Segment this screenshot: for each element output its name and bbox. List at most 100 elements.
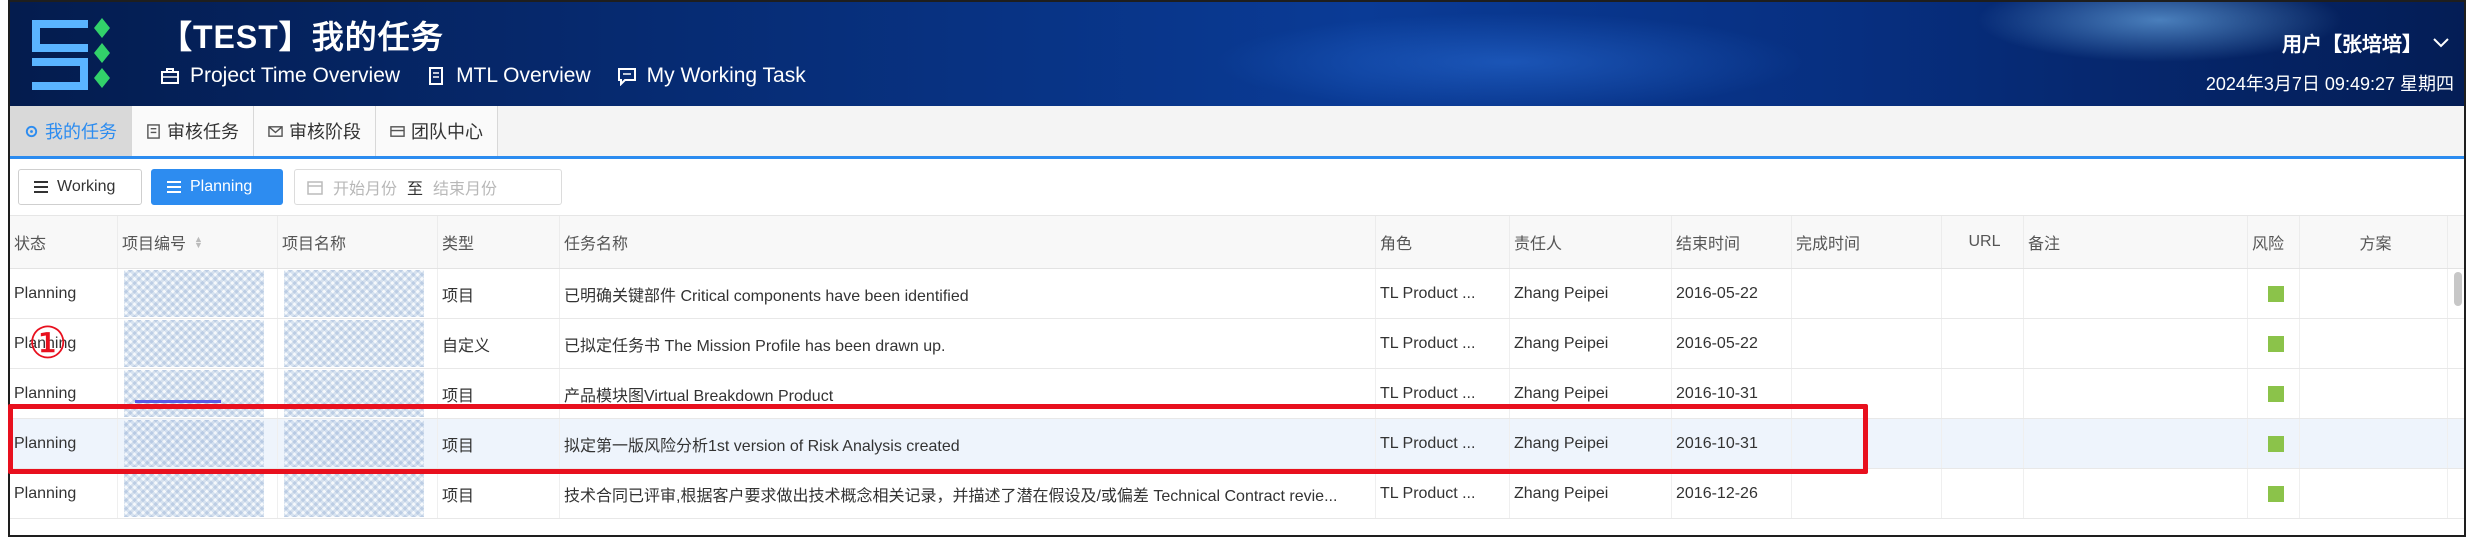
cell-url bbox=[1942, 269, 2024, 318]
col-project-name: 项目名称 bbox=[278, 216, 438, 268]
cell-finish-time bbox=[1792, 319, 1942, 368]
cell-type: 项目 bbox=[438, 369, 560, 418]
redacted-value bbox=[284, 320, 424, 367]
risk-indicator bbox=[2268, 435, 2284, 452]
cell-remark bbox=[2024, 469, 2248, 518]
tab-label: 审核任务 bbox=[167, 122, 239, 142]
cell-type: 自定义 bbox=[438, 319, 560, 368]
cell-owner: Zhang Peipei bbox=[1510, 369, 1672, 418]
cell-project-id bbox=[118, 419, 278, 468]
cell-remark bbox=[2024, 319, 2248, 368]
working-label: Working bbox=[57, 178, 116, 195]
redacted-value bbox=[284, 470, 424, 517]
sort-icon[interactable]: ▲ ▼ bbox=[194, 235, 203, 250]
month-range-picker[interactable]: 开始月份 至 结束月份 bbox=[294, 169, 562, 205]
nav-label: MTL Overview bbox=[456, 64, 591, 87]
app-logo bbox=[32, 18, 110, 90]
gear-icon bbox=[25, 125, 38, 137]
planning-button[interactable]: Planning bbox=[151, 169, 283, 205]
nav-mtl-overview[interactable]: MTL Overview bbox=[426, 64, 591, 88]
risk-indicator bbox=[2268, 335, 2284, 352]
cell-finish-time bbox=[1792, 269, 1942, 318]
cell-url bbox=[1942, 469, 2024, 518]
planning-label: Planning bbox=[190, 178, 253, 195]
user-menu[interactable]: 用户【张培培】 bbox=[2282, 28, 2450, 57]
cell-owner: Zhang Peipei bbox=[1510, 469, 1672, 518]
cell-end-time: 2016-10-31 bbox=[1672, 419, 1792, 468]
cell-type: 项目 bbox=[438, 419, 560, 468]
nav-my-working-task[interactable]: My Working Task bbox=[617, 64, 806, 88]
start-month-input[interactable]: 开始月份 bbox=[333, 175, 397, 199]
cell-role: TL Product ... bbox=[1376, 269, 1510, 318]
cell-role: TL Product ... bbox=[1376, 369, 1510, 418]
cell-owner: Zhang Peipei bbox=[1510, 419, 1672, 468]
cell-remark bbox=[2024, 269, 2248, 318]
cell-risk bbox=[2248, 269, 2300, 318]
col-solution: 方案 bbox=[2300, 216, 2448, 268]
list-icon bbox=[167, 181, 181, 193]
tab-my-tasks[interactable]: 我的任务 bbox=[10, 106, 132, 156]
redacted-value bbox=[284, 370, 424, 417]
cell-risk bbox=[2248, 369, 2300, 418]
end-month-input[interactable]: 结束月份 bbox=[433, 175, 497, 199]
tab-team-center[interactable]: 团队中心 bbox=[376, 106, 498, 156]
cell-status: Planning bbox=[10, 469, 118, 518]
cell-status: Planning bbox=[10, 269, 118, 318]
cell-project-name bbox=[278, 369, 438, 418]
list-icon bbox=[34, 181, 48, 193]
cell-solution bbox=[2300, 369, 2448, 418]
tab-label: 团队中心 bbox=[411, 122, 483, 142]
cell-solution bbox=[2300, 419, 2448, 468]
card-icon bbox=[390, 125, 405, 137]
table-row[interactable]: Planning 项目 拟定第一版风险分析1st version of Risk… bbox=[10, 419, 2464, 469]
nav-project-time-overview[interactable]: Project Time Overview bbox=[160, 64, 400, 88]
cell-remark bbox=[2024, 369, 2248, 418]
calendar-icon bbox=[307, 181, 323, 195]
cell-project-name bbox=[278, 319, 438, 368]
redacted-value bbox=[124, 420, 264, 467]
col-owner: 责任人 bbox=[1510, 216, 1672, 268]
cell-role: TL Product ... bbox=[1376, 319, 1510, 368]
cell-solution bbox=[2300, 269, 2448, 318]
cell-status: Planning bbox=[10, 419, 118, 468]
tab-review-tasks[interactable]: 审核任务 bbox=[132, 106, 254, 156]
user-name: 用户【张培培】 bbox=[2282, 34, 2422, 56]
working-button[interactable]: Working bbox=[18, 169, 142, 205]
table-row[interactable]: Planning 项目 产品模块图Virtual Breakdown Produ… bbox=[10, 369, 2464, 419]
cell-solution bbox=[2300, 469, 2448, 518]
redacted-value bbox=[284, 270, 424, 317]
cell-risk bbox=[2248, 319, 2300, 368]
chevron-down-icon bbox=[2433, 37, 2449, 47]
risk-indicator bbox=[2268, 385, 2284, 402]
col-risk: 风险 bbox=[2248, 216, 2300, 268]
cell-type: 项目 bbox=[438, 269, 560, 318]
cell-task-name: 拟定第一版风险分析1st version of Risk Analysis cr… bbox=[560, 419, 1376, 468]
current-datetime: 2024年3月7日 09:49:27 星期四 bbox=[2205, 74, 2454, 94]
cell-end-time: 2016-12-26 bbox=[1672, 469, 1792, 518]
cell-project-id bbox=[118, 469, 278, 518]
table-row[interactable]: Planning 项目 技术合同已评审,根据客户要求做出技术概念相关记录，并描述… bbox=[10, 469, 2464, 519]
range-separator: 至 bbox=[407, 181, 424, 198]
redacted-value bbox=[284, 420, 424, 467]
cell-project-id bbox=[118, 369, 278, 418]
table-row[interactable]: Planning 自定义 已拟定任务书 The Mission Profile … bbox=[10, 319, 2464, 369]
table-row[interactable]: Planning 项目 已明确关键部件 Critical components … bbox=[10, 269, 2464, 319]
cell-end-time: 2016-05-22 bbox=[1672, 319, 1792, 368]
cell-project-name bbox=[278, 269, 438, 318]
cell-owner: Zhang Peipei bbox=[1510, 269, 1672, 318]
col-remark: 备注 bbox=[2024, 216, 2248, 268]
vertical-scrollbar[interactable] bbox=[2454, 272, 2462, 306]
redacted-value bbox=[124, 270, 264, 317]
cell-status: Planning bbox=[10, 369, 118, 418]
tab-review-stage[interactable]: 审核阶段 bbox=[254, 106, 376, 156]
col-project-id[interactable]: 项目编号 ▲ ▼ bbox=[118, 216, 278, 268]
cell-end-time: 2016-10-31 bbox=[1672, 369, 1792, 418]
cell-project-id bbox=[118, 319, 278, 368]
cell-task-name: 产品模块图Virtual Breakdown Product bbox=[560, 369, 1376, 418]
mail-icon bbox=[268, 125, 283, 137]
col-type: 类型 bbox=[438, 216, 560, 268]
toolbar: Working Planning 开始月份 至 结束月份 bbox=[10, 159, 2464, 215]
redacted-value bbox=[124, 370, 264, 417]
cell-end-time: 2016-05-22 bbox=[1672, 269, 1792, 318]
col-finish-time: 完成时间 bbox=[1792, 216, 1942, 268]
